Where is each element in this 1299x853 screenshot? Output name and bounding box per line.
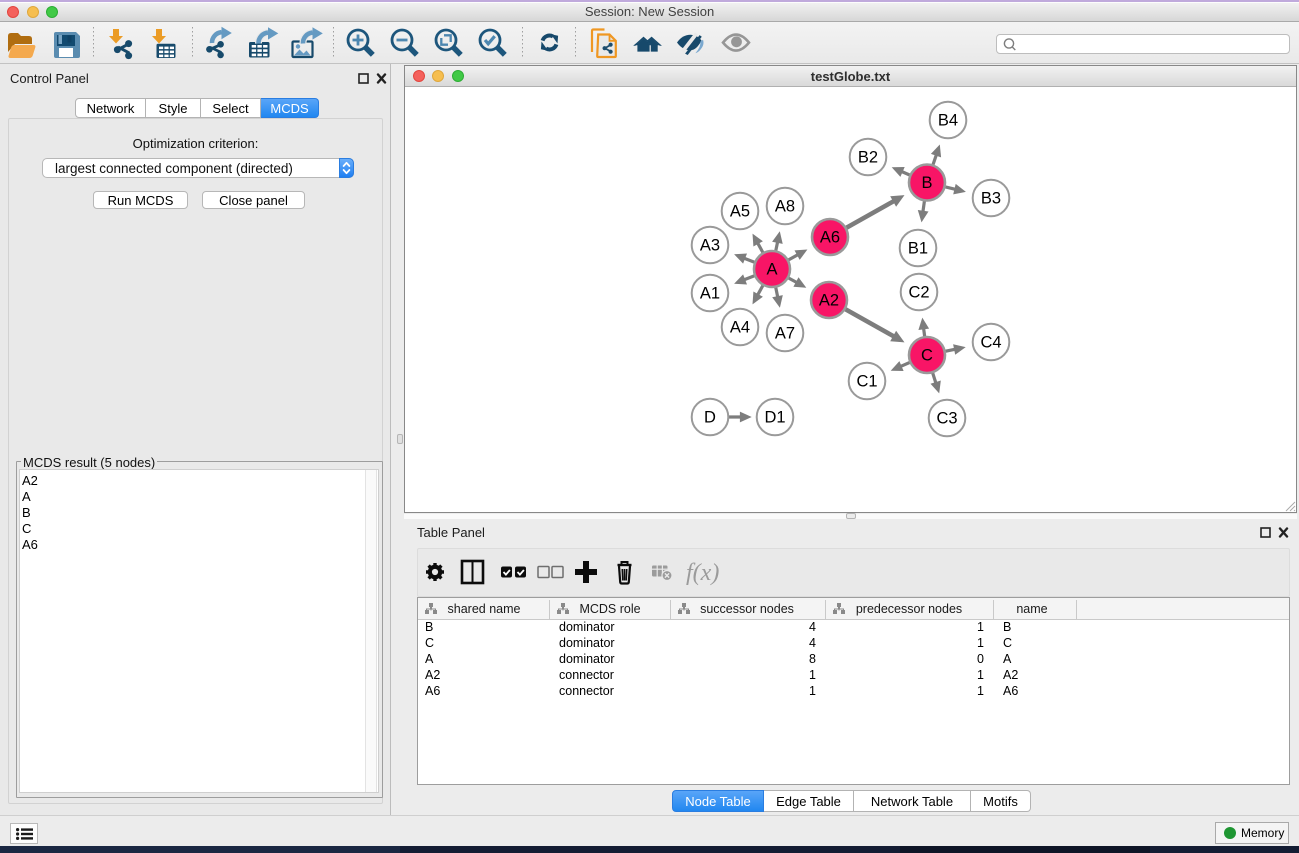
svg-text:A2: A2 bbox=[1003, 668, 1018, 682]
svg-text:1: 1 bbox=[809, 668, 816, 682]
svg-text:C: C bbox=[921, 347, 933, 365]
svg-text:B3: B3 bbox=[981, 190, 1001, 208]
svg-text:D1: D1 bbox=[764, 409, 785, 427]
svg-text:4: 4 bbox=[809, 620, 816, 634]
svg-text:A1: A1 bbox=[700, 285, 720, 303]
svg-text:A6: A6 bbox=[1003, 684, 1018, 698]
svg-text:f(x): f(x) bbox=[686, 560, 719, 586]
svg-text:A8: A8 bbox=[775, 198, 795, 216]
svg-text:A5: A5 bbox=[730, 203, 750, 221]
svg-text:B1: B1 bbox=[908, 240, 928, 258]
svg-text:dominator: dominator bbox=[559, 636, 615, 650]
svg-text:C: C bbox=[1003, 636, 1012, 650]
svg-text:0: 0 bbox=[977, 652, 984, 666]
svg-text:shared name: shared name bbox=[448, 602, 521, 616]
svg-text:A: A bbox=[766, 261, 777, 279]
svg-text:connector: connector bbox=[559, 684, 614, 698]
svg-text:A4: A4 bbox=[730, 319, 750, 337]
svg-text:C3: C3 bbox=[936, 410, 957, 428]
svg-text:successor nodes: successor nodes bbox=[700, 602, 794, 616]
svg-text:C4: C4 bbox=[980, 334, 1001, 352]
svg-text:A7: A7 bbox=[775, 325, 795, 343]
svg-text:1: 1 bbox=[977, 684, 984, 698]
svg-text:C2: C2 bbox=[908, 284, 929, 302]
svg-text:8: 8 bbox=[809, 652, 816, 666]
svg-text:4: 4 bbox=[809, 636, 816, 650]
svg-text:B2: B2 bbox=[858, 149, 878, 167]
svg-text:B: B bbox=[1003, 620, 1011, 634]
svg-text:C: C bbox=[425, 636, 434, 650]
svg-text:1: 1 bbox=[809, 684, 816, 698]
svg-text:1: 1 bbox=[977, 668, 984, 682]
svg-text:A3: A3 bbox=[700, 237, 720, 255]
svg-text:B: B bbox=[425, 620, 433, 634]
svg-text:1: 1 bbox=[977, 620, 984, 634]
svg-text:A2: A2 bbox=[425, 668, 440, 682]
svg-text:dominator: dominator bbox=[559, 620, 615, 634]
svg-text:A2: A2 bbox=[819, 292, 839, 310]
svg-text:C1: C1 bbox=[856, 373, 877, 391]
svg-text:MCDS role: MCDS role bbox=[579, 602, 640, 616]
svg-text:A6: A6 bbox=[425, 684, 440, 698]
svg-text:B4: B4 bbox=[938, 112, 958, 130]
svg-text:A: A bbox=[425, 652, 434, 666]
svg-text:D: D bbox=[704, 409, 716, 427]
svg-text:A: A bbox=[1003, 652, 1012, 666]
svg-text:1: 1 bbox=[977, 636, 984, 650]
svg-text:A6: A6 bbox=[820, 229, 840, 247]
svg-text:dominator: dominator bbox=[559, 652, 615, 666]
svg-text:B: B bbox=[921, 174, 932, 192]
svg-text:connector: connector bbox=[559, 668, 614, 682]
svg-text:predecessor nodes: predecessor nodes bbox=[856, 602, 962, 616]
svg-text:name: name bbox=[1016, 602, 1047, 616]
